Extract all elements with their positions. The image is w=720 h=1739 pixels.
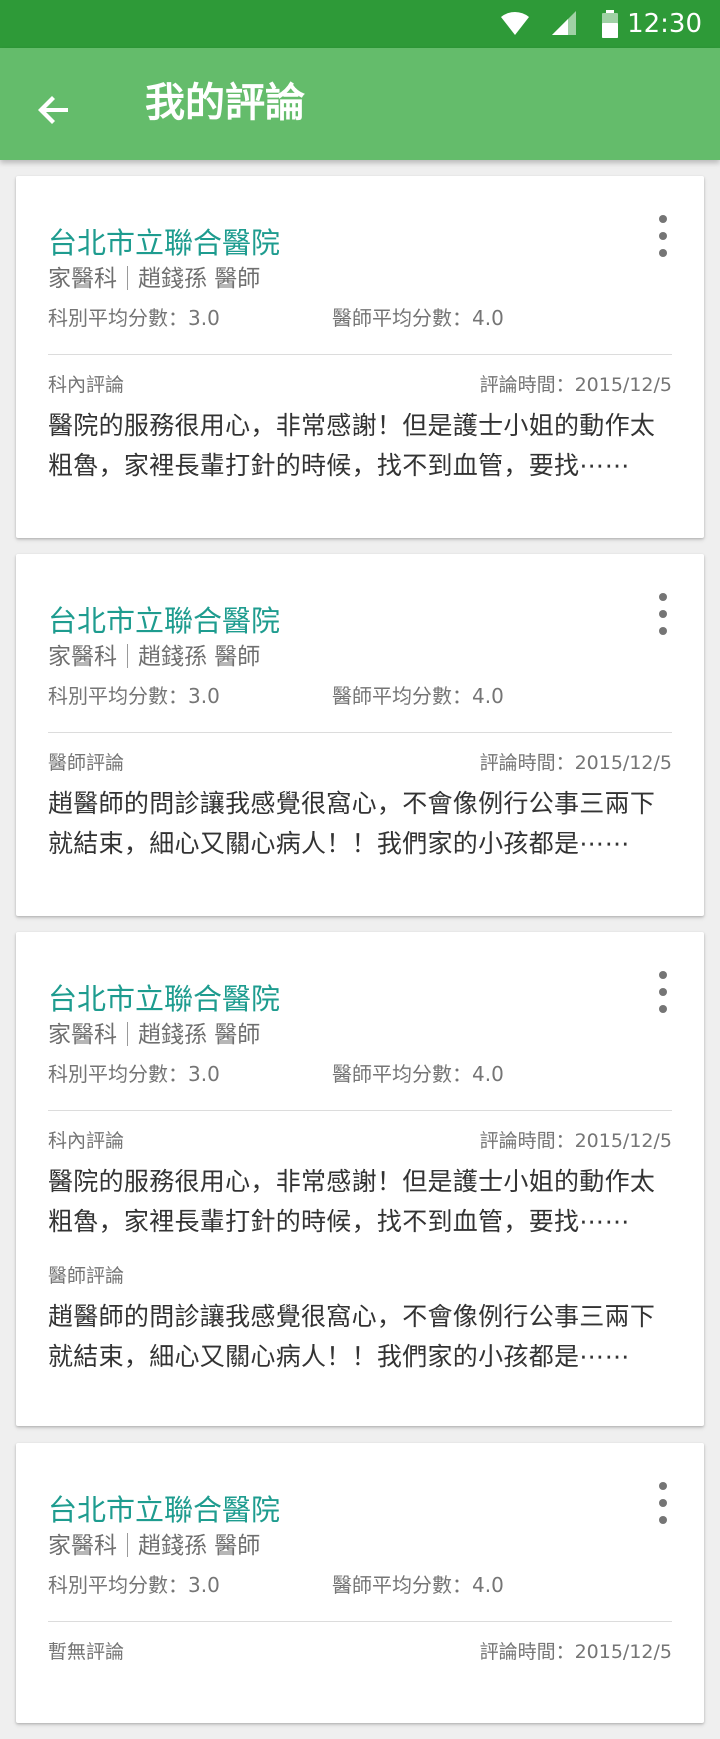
battery-icon (602, 10, 618, 38)
more-options-button[interactable] (648, 213, 678, 259)
review-time: 評論時間：2015/12/5 (479, 1641, 672, 1663)
review-card: 台北市立聯合醫院 家醫科 趙錢孫 醫師 科別平均分數：3.0 醫師平均分數：4.0… (16, 932, 704, 1426)
doctor-name: 趙錢孫 醫師 (138, 1022, 261, 1048)
review-card: 台北市立聯合醫院 家醫科 趙錢孫 醫師 科別平均分數：3.0 醫師平均分數：4.0… (16, 176, 704, 538)
more-options-button[interactable] (648, 969, 678, 1015)
review-type-label: 科內評論 (48, 1130, 125, 1152)
more-options-button[interactable] (648, 1480, 678, 1526)
review-type-label: 科內評論 (48, 374, 125, 396)
status-bar: 12:30 (0, 0, 720, 48)
more-options-button[interactable] (648, 591, 678, 637)
no-review-label: 暫無評論 (48, 1641, 125, 1663)
divider (48, 732, 672, 733)
review-type-label: 醫師評論 (48, 1265, 125, 1287)
hospital-name[interactable]: 台北市立聯合醫院 (48, 981, 280, 1017)
department-doctor: 家醫科 趙錢孫 醫師 (48, 1531, 260, 1561)
doctor-score: 醫師平均分數：4.0 (332, 1573, 504, 1597)
doctor-score: 醫師平均分數：4.0 (332, 306, 504, 330)
back-button[interactable] (24, 80, 84, 140)
review-text[interactable]: 醫院的服務很用心，非常感謝！但是護士小姐的動作太粗魯，家裡長輩打針的時候，找不到… (48, 1162, 676, 1242)
department: 家醫科 (48, 1533, 117, 1559)
review-time: 評論時間：2015/12/5 (479, 1130, 672, 1152)
doctor-score: 醫師平均分數：4.0 (332, 1062, 504, 1086)
divider (48, 1621, 672, 1622)
review-card: 台北市立聯合醫院 家醫科 趙錢孫 醫師 科別平均分數：3.0 醫師平均分數：4.0… (16, 1443, 704, 1723)
hospital-name[interactable]: 台北市立聯合醫院 (48, 225, 280, 261)
separator (127, 266, 128, 290)
review-text[interactable]: 趙醫師的問診讓我感覺很窩心，不會像例行公事三兩下就結束，細心又關心病人！！我們家… (48, 784, 676, 864)
page-title: 我的評論 (145, 80, 305, 126)
divider (48, 1110, 672, 1111)
review-text[interactable]: 趙醫師的問診讓我感覺很窩心，不會像例行公事三兩下就結束，細心又關心病人！！我們家… (48, 1297, 676, 1377)
doctor-name: 趙錢孫 醫師 (138, 266, 261, 292)
doctor-name: 趙錢孫 醫師 (138, 644, 261, 670)
review-type-label: 醫師評論 (48, 752, 125, 774)
hospital-name[interactable]: 台北市立聯合醫院 (48, 603, 280, 639)
department: 家醫科 (48, 266, 117, 292)
department: 家醫科 (48, 644, 117, 670)
department: 家醫科 (48, 1022, 117, 1048)
doctor-score: 醫師平均分數：4.0 (332, 684, 504, 708)
separator (127, 1022, 128, 1046)
department-score: 科別平均分數：3.0 (48, 684, 220, 708)
hospital-name[interactable]: 台北市立聯合醫院 (48, 1492, 280, 1528)
review-time: 評論時間：2015/12/5 (479, 752, 672, 774)
separator (127, 1533, 128, 1557)
signal-icon (552, 11, 576, 35)
status-time: 12:30 (627, 9, 702, 39)
wifi-icon (501, 11, 529, 35)
review-text[interactable]: 醫院的服務很用心，非常感謝！但是護士小姐的動作太粗魯，家裡長輩打針的時候，找不到… (48, 406, 676, 486)
department-score: 科別平均分數：3.0 (48, 1062, 220, 1086)
department-doctor: 家醫科 趙錢孫 醫師 (48, 264, 260, 294)
doctor-name: 趙錢孫 醫師 (138, 1533, 261, 1559)
department-doctor: 家醫科 趙錢孫 醫師 (48, 642, 260, 672)
review-card: 台北市立聯合醫院 家醫科 趙錢孫 醫師 科別平均分數：3.0 醫師平均分數：4.0… (16, 554, 704, 916)
department-doctor: 家醫科 趙錢孫 醫師 (48, 1020, 260, 1050)
review-time: 評論時間：2015/12/5 (479, 374, 672, 396)
separator (127, 644, 128, 668)
arrow-back-icon (38, 96, 68, 124)
divider (48, 354, 672, 355)
department-score: 科別平均分數：3.0 (48, 1573, 220, 1597)
app-bar: 我的評論 (0, 48, 720, 160)
department-score: 科別平均分數：3.0 (48, 306, 220, 330)
